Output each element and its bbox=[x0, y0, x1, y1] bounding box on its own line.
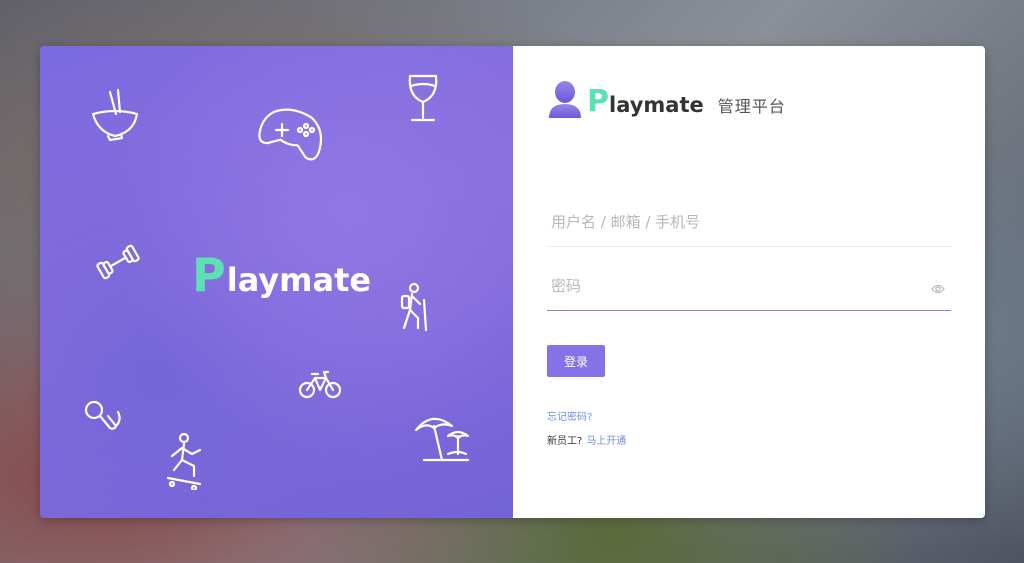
password-field bbox=[547, 262, 951, 311]
skateboarder-icon bbox=[164, 432, 208, 490]
new-staff-row: 新员工? 马上开通 bbox=[547, 432, 626, 447]
hero-brand-logo: P laymate bbox=[192, 252, 371, 298]
platform-subtitle: 管理平台 bbox=[717, 97, 786, 116]
brand-text: laymate bbox=[609, 93, 704, 117]
dumbbell-icon bbox=[94, 242, 142, 282]
username-input[interactable] bbox=[547, 198, 911, 246]
brand-initial: P bbox=[587, 84, 609, 119]
wine-glass-icon bbox=[406, 74, 440, 124]
header-logo: P laymate 管理平台 bbox=[547, 80, 786, 124]
eye-icon[interactable] bbox=[931, 279, 945, 298]
forgot-password-link[interactable]: 忘记密码? bbox=[547, 408, 592, 423]
username-field bbox=[547, 198, 951, 247]
login-button[interactable]: 登录 bbox=[547, 345, 605, 377]
bicycle-icon bbox=[298, 368, 342, 400]
login-panel: P laymate 管理平台 登录 忘记密码? 新员工?马上开通 bbox=[513, 46, 985, 518]
microphone-icon bbox=[82, 398, 124, 434]
bowl-icon bbox=[90, 88, 140, 142]
beach-umbrella-icon bbox=[412, 414, 470, 464]
brand-name: P laymate bbox=[587, 84, 704, 119]
activate-link[interactable]: 马上开通 bbox=[586, 436, 626, 447]
password-input[interactable] bbox=[547, 262, 911, 310]
new-staff-label: 新员工? bbox=[547, 436, 583, 447]
hero-brand-initial: P bbox=[192, 248, 226, 302]
hero-panel: P laymate bbox=[40, 46, 513, 518]
hero-brand-text: laymate bbox=[226, 261, 372, 299]
hiker-icon bbox=[396, 282, 432, 332]
game-controller-icon bbox=[256, 102, 328, 166]
avatar-icon bbox=[547, 80, 583, 124]
login-card: P laymate P laymate 管理平台 用户名 / 邮箱 / 手机号 … bbox=[40, 46, 985, 518]
